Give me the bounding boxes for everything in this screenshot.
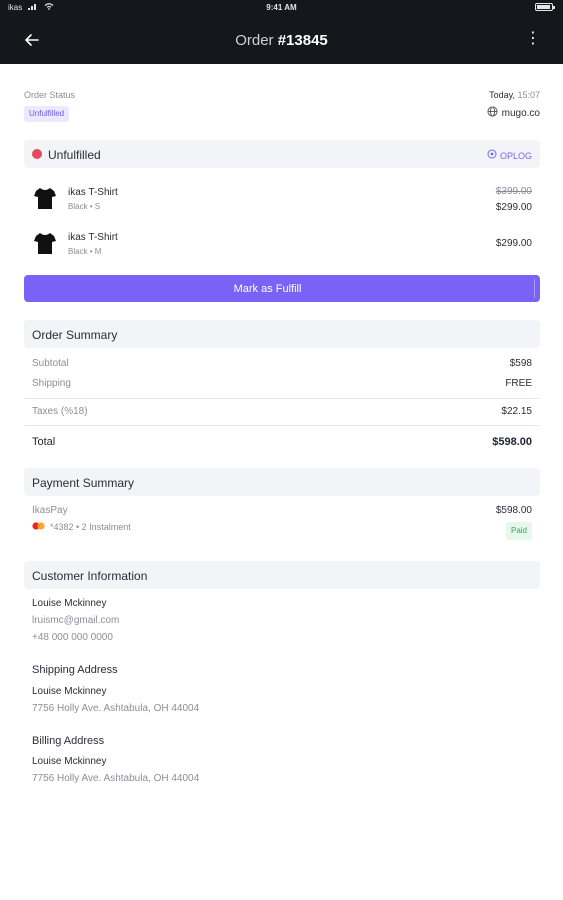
dropdown-toggle-icon[interactable]: ↕	[537, 280, 561, 292]
oplog-link[interactable]: OPLOG	[487, 149, 532, 162]
item-variant: Black • M	[68, 247, 102, 256]
mark-as-fulfill-button[interactable]: Mark as Fulfill ↕	[24, 275, 552, 302]
shipping-value: FREE	[505, 378, 532, 389]
order-number: #13845	[277, 32, 328, 49]
customer-info-title: Customer Information	[32, 569, 148, 583]
product-thumbnail	[32, 185, 58, 216]
page-title: Order #13845	[0, 32, 563, 49]
billing-name: Louise Mckinney	[32, 756, 107, 767]
customer-name: Louise Mckinney	[32, 598, 107, 609]
customer-email[interactable]: lruismc@gmail.com	[32, 615, 119, 626]
billing-address: 7756 Holly Ave. Ashtabula, OH 44004	[32, 773, 200, 784]
status-bar: ikas 9:41 AM	[0, 0, 563, 14]
status-badge: Unfulfilled	[24, 106, 70, 122]
location-pin-icon	[487, 149, 497, 162]
customer-phone[interactable]: +48 000 000 0000	[32, 632, 113, 643]
payment-summary-title: Payment Summary	[32, 476, 135, 490]
shipping-address-title: Shipping Address	[32, 664, 118, 676]
divider	[24, 398, 540, 399]
order-summary-title: Order Summary	[32, 328, 118, 342]
tshirt-icon	[34, 233, 56, 254]
top-app-bar: ikas 9:41 AM Order #13845 ⋮	[0, 0, 563, 64]
order-summary-header: Order Summary	[24, 320, 540, 348]
oplog-label: OPLOG	[499, 150, 532, 161]
subtotal-row: Subtotal $598	[32, 358, 532, 369]
more-options-icon[interactable]: ⋮	[525, 31, 541, 47]
payment-amount: $598.00	[495, 505, 532, 516]
globe-icon	[487, 106, 498, 120]
fulfill-button-label: Mark as Fulfill	[233, 283, 302, 295]
status-badge: Paid	[505, 522, 532, 540]
status-time: 9:41 AM	[266, 3, 297, 12]
payment-method: IkasPay	[32, 505, 68, 516]
taxes-row: Taxes (%18) $22.15	[32, 406, 532, 417]
shipping-name: Louise Mckinney	[32, 686, 107, 697]
battery-icon	[535, 3, 555, 11]
mastercard-icon	[32, 522, 45, 532]
total-value: $598.00	[492, 436, 532, 448]
order-status-label: Order Status	[24, 90, 76, 100]
shipping-address: 7756 Holly Ave. Ashtabula, OH 44004	[32, 703, 200, 714]
shipping-row: Shipping FREE	[32, 378, 532, 389]
item-price: $299.00	[495, 202, 532, 213]
item-variant: Black • S	[68, 202, 101, 211]
payment-summary-header: Payment Summary	[24, 468, 540, 496]
item-name: ikas T-Shirt	[68, 187, 118, 198]
fulfillment-header: Unfulfilled OPLOG	[24, 140, 540, 168]
order-time: 15:07	[517, 90, 540, 100]
card-details: *4382 • 2 Instalment	[50, 522, 131, 532]
store-domain: mugo.co	[487, 106, 540, 120]
subtotal-value: $598	[509, 358, 532, 369]
button-divider	[534, 279, 535, 298]
order-datetime: Today, 15:07	[489, 90, 540, 100]
taxes-label: Taxes (%18)	[32, 406, 88, 417]
card-info: *4382 • 2 Instalment	[32, 522, 131, 532]
product-thumbnail	[32, 230, 58, 261]
title-prefix: Order	[235, 32, 274, 49]
subtotal-label: Subtotal	[32, 358, 69, 369]
customer-info-header: Customer Information	[24, 561, 540, 589]
fulfillment-title: Unfulfilled	[48, 148, 101, 162]
divider	[24, 425, 540, 426]
item-old-price: $399.00	[495, 186, 532, 197]
order-date: Today,	[489, 90, 515, 100]
alert-dot-icon	[32, 149, 42, 159]
payment-method-row: IkasPay $598.00	[32, 505, 532, 516]
domain-text: mugo.co	[501, 107, 540, 119]
billing-address-title: Billing Address	[32, 735, 105, 747]
item-price: $299.00	[495, 238, 532, 249]
shipping-label: Shipping	[32, 378, 71, 389]
taxes-value: $22.15	[501, 406, 532, 417]
tshirt-icon	[34, 188, 56, 209]
total-row: Total $598.00	[32, 436, 532, 448]
item-name: ikas T-Shirt	[68, 232, 118, 243]
total-label: Total	[32, 436, 56, 448]
